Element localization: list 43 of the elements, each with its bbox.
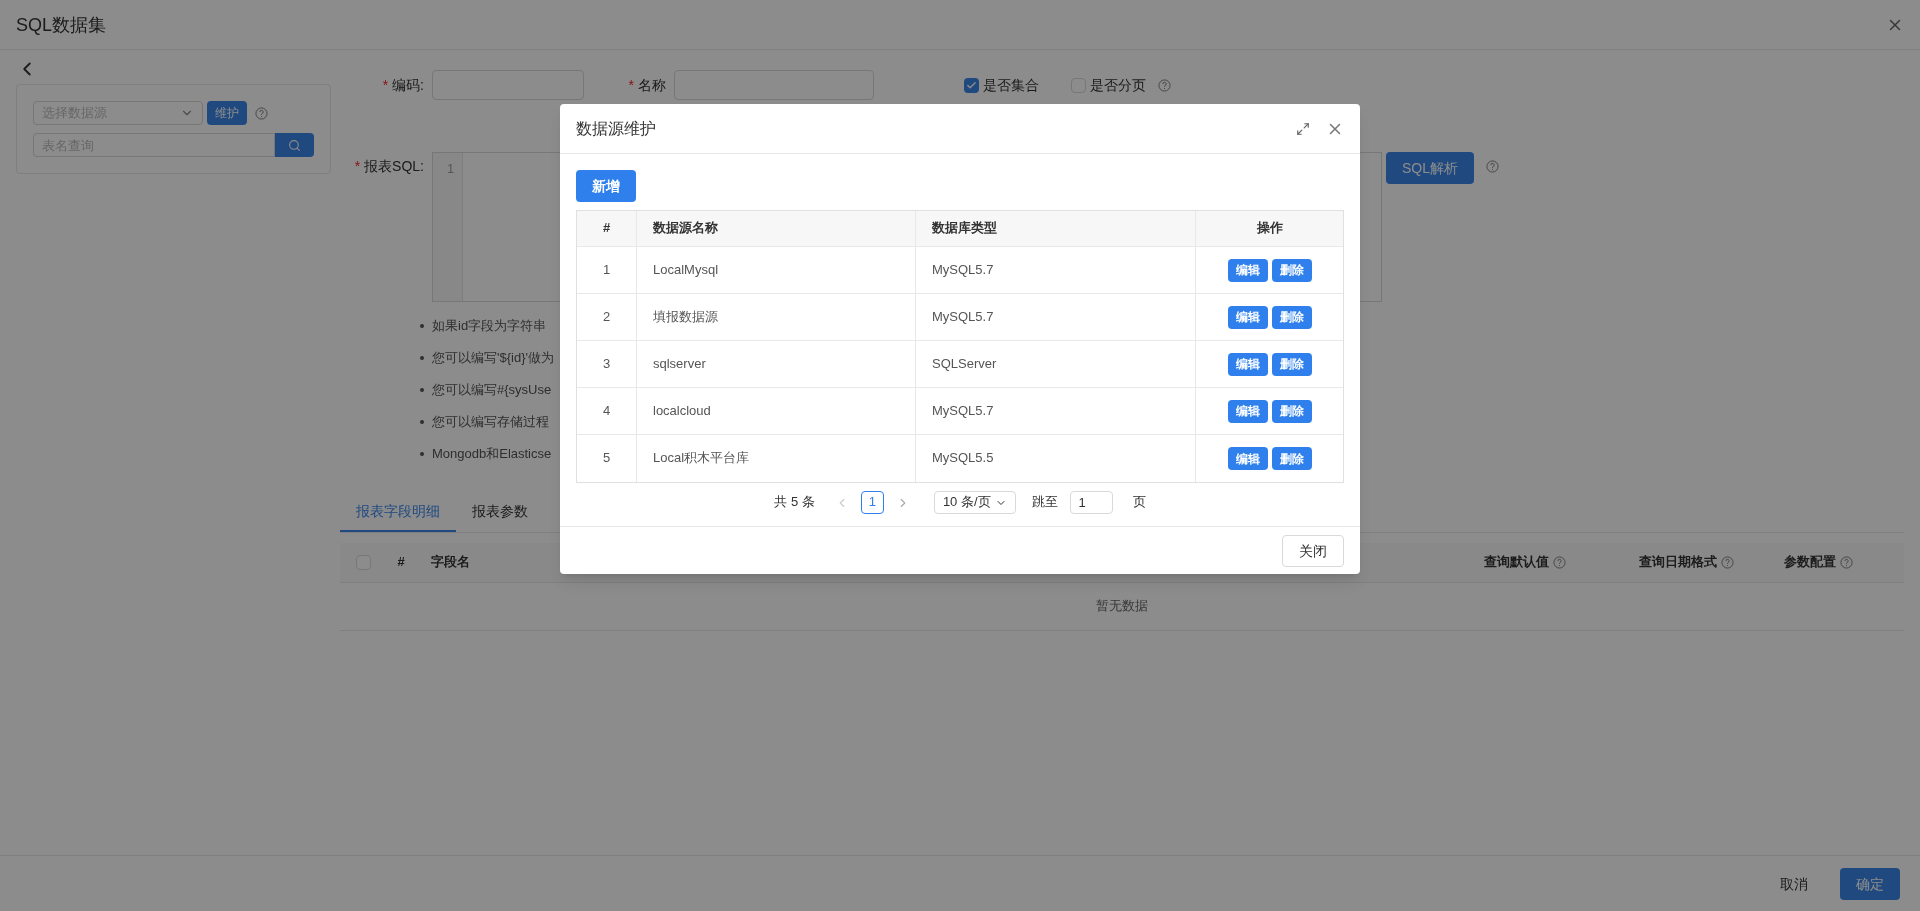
table-cell-text: sqlserver [653,354,706,373]
table-cell-text: LocalMysql [653,260,719,279]
tip-text: 您可以编写#{sysUse [432,380,552,399]
checkbox-label: 是否分页 [1090,76,1146,95]
table-cell-text: localcloud [653,401,711,420]
page-title: SQL数据集 [16,13,107,37]
table-cell: Local积木平台库 [653,449,750,468]
tip-text: Mongodb和Elasticse [432,444,552,463]
page-unit-label: 页 [1132,493,1146,512]
table-cell-text: SQLServer [932,354,997,373]
tip-text: 您可以编写存储过程 [432,412,549,431]
code-label: 编码: [392,76,424,95]
table-cell-text: MySQL5.7 [932,307,994,326]
column-header: 查询默认值 [1484,553,1549,572]
column-header: 查询日期格式 [1639,553,1717,572]
table-cell-text: MySQL5.7 [932,260,994,279]
checkbox-label: 是否集合 [983,76,1039,95]
sql-label: 报表SQL: [364,157,424,176]
column-header: 字段名 [431,553,470,572]
table-cell-text: MySQL5.7 [932,401,994,420]
dialog-title: 数据源维护 [576,118,656,139]
table-cell: MySQL5.5 [932,449,994,468]
required-mark: * [354,157,361,176]
table-cell: 5 [602,449,611,468]
table-cell-text: 4 [602,401,611,420]
column-header: # [397,553,405,572]
required-mark: * [628,76,634,95]
column-header: 操作 [1256,219,1283,238]
table-cell-text: 1 [602,260,611,279]
required-mark: * [382,76,389,95]
table-cell-text: 3 [602,354,611,373]
column-header: 数据库类型 [932,219,997,238]
name-label: 名称 [638,76,666,95]
column-header: 参数配置 [1784,553,1836,572]
jump-label: 跳至 [1031,493,1058,512]
table-cell-text: 填报数据源 [653,307,718,326]
column-header: # [602,219,611,238]
tip-text: 如果id字段为字符串 [432,316,547,335]
empty-text: 暂无数据 [1096,597,1148,616]
total-count: 共 5 条 [774,493,815,512]
column-header: 数据源名称 [653,219,718,238]
tip-text: 您可以编写'${id}'做为 [432,348,554,367]
table-cell-text: 2 [602,307,611,326]
